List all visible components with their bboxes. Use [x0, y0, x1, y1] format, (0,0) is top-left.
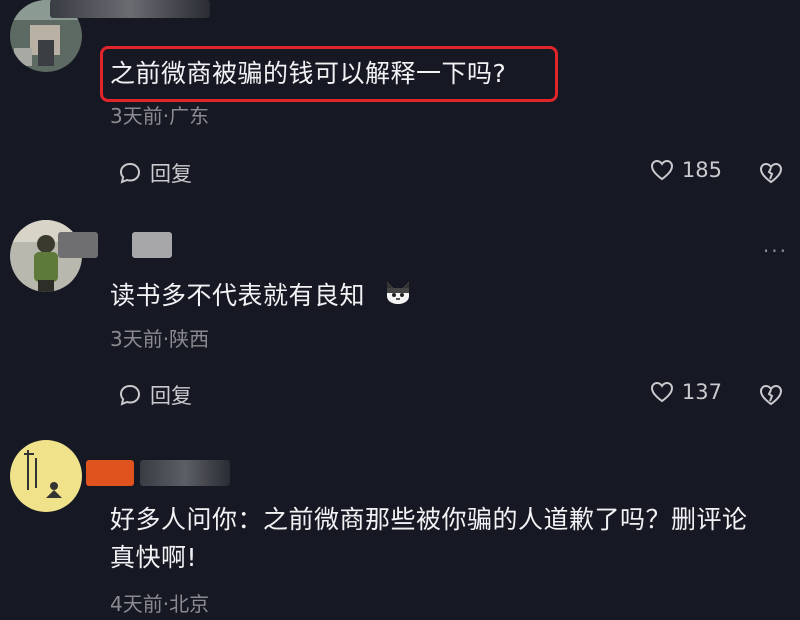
reply-bubble-icon	[119, 384, 141, 406]
more-options-button[interactable]: ···	[763, 239, 788, 263]
reply-button[interactable]: 回复	[118, 380, 192, 410]
comment-meta: 3天前·陕西	[110, 327, 210, 351]
username-redacted-2[interactable]	[140, 460, 230, 486]
dislike-button[interactable]	[758, 160, 784, 188]
reply-button[interactable]: 回复	[118, 158, 192, 188]
broken-heart-icon	[759, 384, 783, 406]
heart-outline-icon	[650, 159, 673, 181]
comment-text-line-1: 好多人问你：之前微商那些被你骗的人道歉了吗？删评论	[110, 505, 748, 534]
avatar[interactable]	[10, 440, 82, 512]
comment-text-line-2: 真快啊!	[110, 543, 198, 572]
comment-item-1: 之前微商被骗的钱可以解释一下吗? 3天前·广东 回复 185	[0, 0, 800, 200]
username-redacted-2[interactable]	[132, 232, 172, 258]
comment-actions: 回复 137	[110, 380, 790, 410]
comment-item-2: ··· 读书多不代表就有良知 3天前·陕西 回复 137	[0, 215, 800, 415]
like-count: 185	[681, 158, 722, 182]
dislike-button[interactable]	[758, 382, 784, 410]
comment-meta: 3天前·广东	[110, 104, 210, 128]
username-redacted[interactable]	[58, 232, 98, 258]
heart-outline-icon	[650, 381, 673, 403]
like-button[interactable]: 185	[650, 158, 722, 182]
comment-item-3: 好多人问你：之前微商那些被你骗的人道歉了吗？删评论 真快啊! 4天前·北京	[0, 438, 800, 620]
like-button[interactable]: 137	[650, 380, 722, 404]
avatar-image-icon	[10, 440, 82, 512]
username-redacted[interactable]	[50, 0, 210, 18]
comment-text-content: 读书多不代表就有良知	[110, 281, 366, 310]
highlight-box	[100, 46, 558, 102]
like-count: 137	[681, 380, 722, 404]
cat-face-emoji-icon	[383, 278, 413, 316]
reply-label: 回复	[150, 384, 192, 408]
broken-heart-icon	[759, 162, 783, 184]
comment-actions: 回复 185	[110, 158, 790, 188]
comment-meta: 4天前·北京	[110, 592, 210, 616]
reply-label: 回复	[150, 162, 192, 186]
username-redacted[interactable]	[86, 460, 134, 486]
comment-text: 读书多不代表就有良知	[110, 278, 413, 316]
reply-bubble-icon	[119, 162, 141, 184]
